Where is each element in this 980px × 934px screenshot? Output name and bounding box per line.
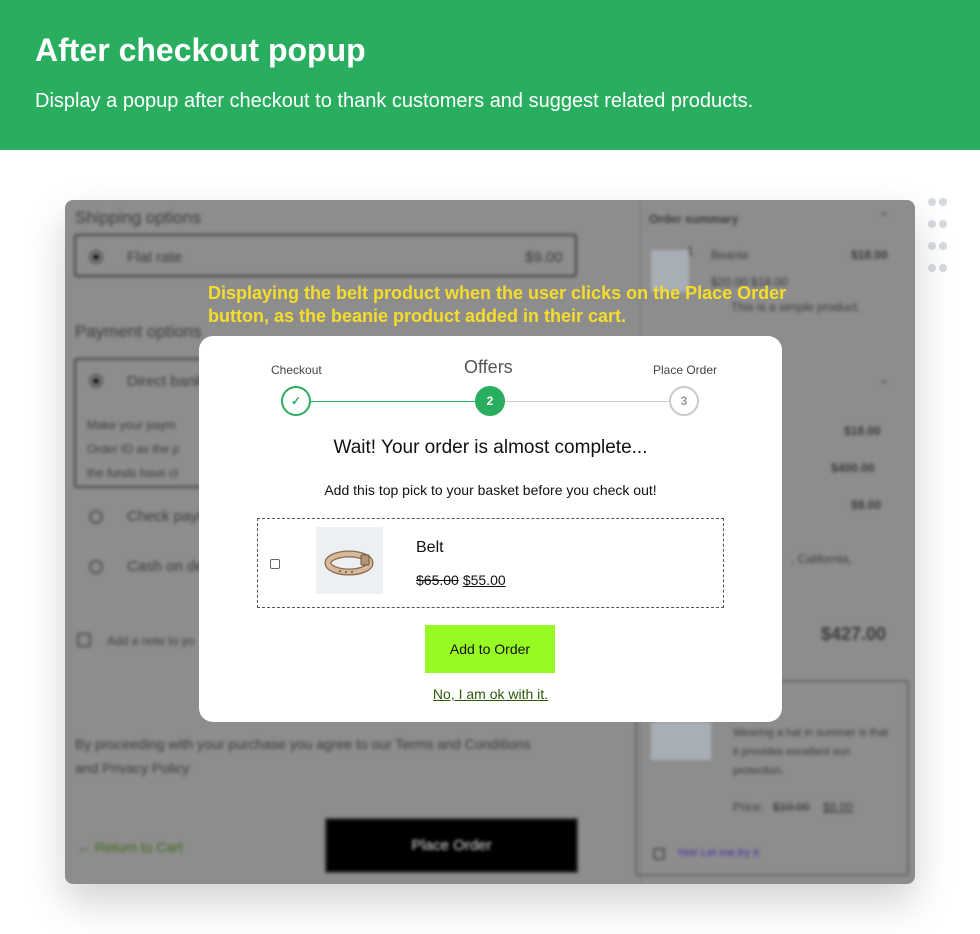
step-checkout-label: Checkout bbox=[271, 363, 322, 377]
upsell-price-new: $8.00 bbox=[823, 800, 854, 814]
upsell-link[interactable]: Yes! Let me try it. bbox=[677, 847, 762, 859]
product-old-price: $65.00 bbox=[416, 572, 459, 588]
flat-rate-label: Flat rate bbox=[127, 249, 183, 266]
step-checkout-check-icon: ✓ bbox=[281, 386, 311, 416]
upsell-desc: Wearing a hat in summer is that it provi… bbox=[733, 727, 889, 777]
add-to-order-button[interactable]: Add to Order bbox=[425, 625, 555, 673]
direct-bank-radio[interactable] bbox=[89, 374, 103, 388]
check-radio[interactable] bbox=[89, 510, 103, 524]
upsell-price-old: $10.00 bbox=[773, 800, 810, 814]
popup-subheadline: Add this top pick to your basket before … bbox=[324, 482, 657, 498]
decline-offer-link[interactable]: No, I am ok with it. bbox=[199, 686, 782, 702]
cash-label: Cash on de bbox=[127, 558, 204, 575]
add-note-checkbox[interactable] bbox=[77, 633, 91, 647]
grand-total: $427.00 bbox=[821, 624, 887, 644]
progress-line-complete bbox=[311, 401, 475, 402]
belt-image bbox=[316, 527, 383, 594]
summary-item-qty: 1 bbox=[687, 244, 694, 258]
direct-bank-label: Direct bank bbox=[127, 373, 203, 390]
header-banner: After checkout popup Display a popup aft… bbox=[0, 0, 980, 150]
payment-desc-3: the funds have cl bbox=[87, 466, 178, 480]
terms-line-2: and Privacy Policy bbox=[75, 760, 190, 776]
shipping-heading: Shipping options bbox=[75, 208, 201, 227]
upsell-checkbox[interactable] bbox=[653, 848, 665, 860]
product-name: Belt bbox=[416, 539, 444, 556]
step-place-order-marker: 3 bbox=[669, 386, 699, 416]
terms-line-1: By proceeding with your purchase you agr… bbox=[75, 736, 531, 752]
flat-rate-radio[interactable] bbox=[89, 250, 103, 264]
banner-subtitle: Display a popup after checkout to thank … bbox=[35, 90, 754, 112]
progress-line-pending bbox=[505, 401, 669, 402]
product-select-checkbox[interactable] bbox=[270, 559, 280, 569]
flat-rate-price: $9.00 bbox=[525, 249, 563, 266]
decorative-dots bbox=[928, 198, 954, 286]
place-order-button[interactable]: Place Order bbox=[325, 818, 578, 873]
hat-thumbnail bbox=[651, 722, 711, 760]
upsell-price-label: Price: bbox=[733, 800, 764, 814]
step-offers-marker: 2 bbox=[475, 386, 505, 416]
summary-item-name: Beanie bbox=[711, 248, 749, 262]
summary-heading: Order summary bbox=[649, 212, 739, 226]
add-note-label: Add a note to yo bbox=[107, 634, 195, 648]
payment-heading: Payment options bbox=[75, 322, 202, 341]
collapse-chevron-icon[interactable]: ⌃ bbox=[879, 210, 889, 224]
product-price: $65.00 $55.00 bbox=[416, 572, 506, 588]
payment-desc-1: Make your paym bbox=[87, 418, 176, 432]
discount-value: $400.00 bbox=[831, 461, 875, 475]
subtotal-value: $18.00 bbox=[844, 424, 881, 438]
product-new-price: $55.00 bbox=[462, 572, 506, 588]
checkout-screenshot: Shipping options Flat rate $9.00 Payment… bbox=[65, 200, 915, 884]
banner-title: After checkout popup bbox=[35, 32, 366, 68]
offer-product-card: Belt $65.00 $55.00 bbox=[257, 518, 724, 608]
address-fragment: , California, bbox=[791, 552, 852, 566]
shipping-value: $9.00 bbox=[851, 498, 882, 512]
cash-radio[interactable] bbox=[89, 560, 103, 574]
popup-headline: Wait! Your order is almost complete... bbox=[333, 437, 648, 458]
return-to-cart-link[interactable]: ← Return to Cart bbox=[77, 839, 183, 855]
offer-popup: Checkout Offers Place Order ✓ 2 3 Wait! … bbox=[199, 336, 782, 722]
expand-chevron-icon[interactable]: ⌄ bbox=[879, 372, 889, 386]
summary-item-price: $18.00 bbox=[851, 248, 888, 262]
step-offers-label: Offers bbox=[464, 357, 513, 377]
step-place-order-label: Place Order bbox=[653, 363, 718, 377]
annotation-text: Displaying the belt product when the use… bbox=[208, 283, 787, 326]
payment-desc-2: Order ID as the p bbox=[87, 442, 180, 456]
